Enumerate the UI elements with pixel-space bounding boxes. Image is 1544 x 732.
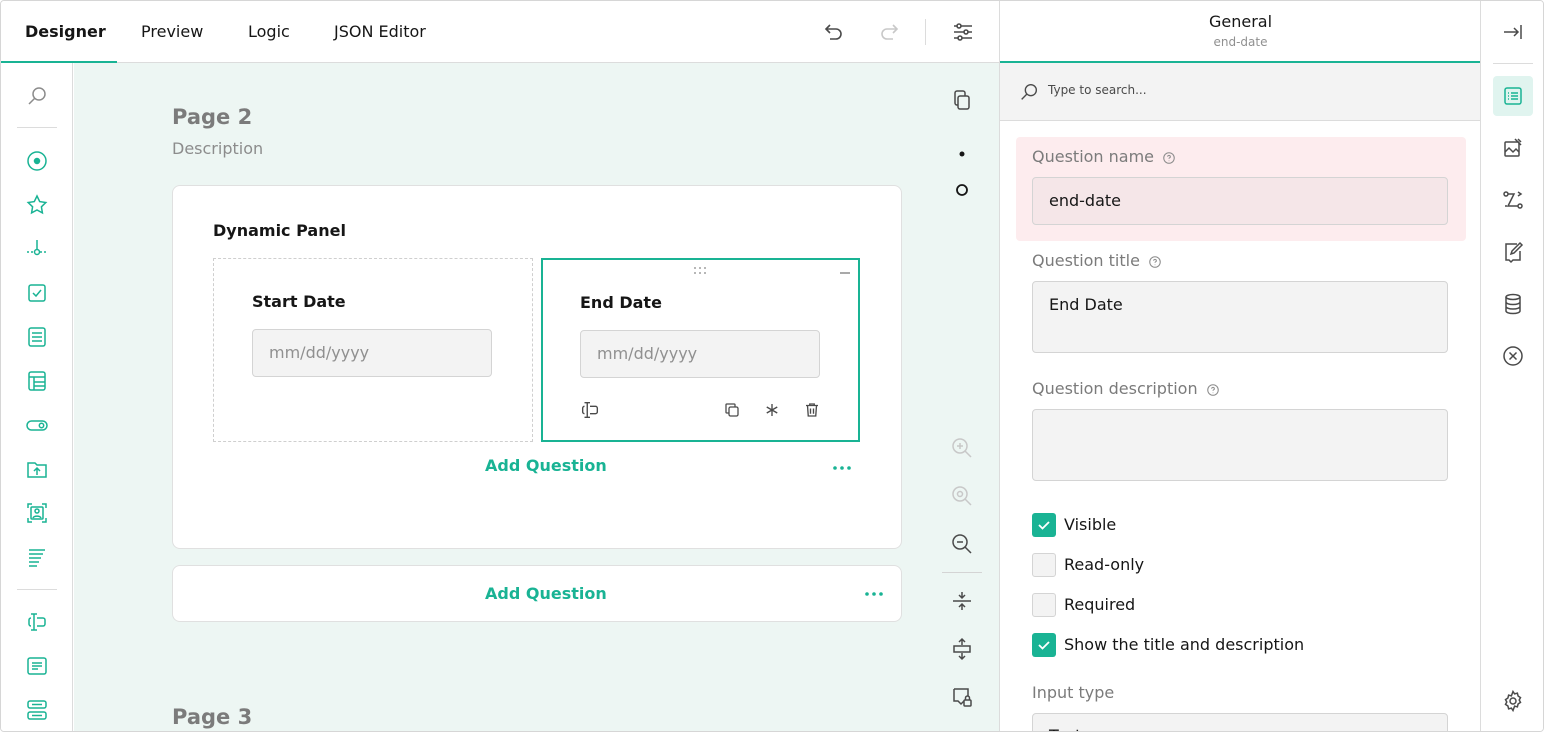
question-title-label-text: Question title	[1032, 251, 1140, 270]
clear-icon[interactable]	[1501, 344, 1525, 368]
show-title-description-label[interactable]: Show the title and description	[1064, 635, 1304, 654]
data-icon[interactable]	[1501, 292, 1525, 316]
slider-icon[interactable]	[25, 237, 49, 261]
zoom-out-icon[interactable]	[950, 532, 974, 556]
checkbox-icon[interactable]	[25, 281, 49, 305]
required-label[interactable]: Required	[1064, 595, 1135, 614]
radiogroup-icon[interactable]	[25, 149, 49, 173]
survey-creator: Designer Preview Logic JSON Editor Page …	[0, 0, 1544, 732]
ranking-icon[interactable]	[25, 545, 49, 569]
duplicate-page-icon[interactable]	[950, 88, 974, 112]
collapse-icon[interactable]	[839, 270, 851, 276]
read-only-label[interactable]: Read-only	[1064, 555, 1144, 574]
search-icon	[1018, 81, 1040, 103]
read-only-checkbox[interactable]	[1032, 553, 1056, 577]
input-type-dropdown[interactable]: Text	[1032, 713, 1448, 731]
zoom-in-icon[interactable]	[950, 436, 974, 460]
collapse-panel-icon[interactable]	[1501, 20, 1525, 44]
selected-element-name: end-date	[1213, 35, 1268, 49]
date-input[interactable]: mm/dd/yyyy	[252, 329, 492, 377]
expand-all-icon[interactable]	[950, 637, 974, 661]
delete-icon[interactable]	[803, 401, 821, 419]
more-options-icon[interactable]	[830, 456, 854, 480]
help-icon[interactable]	[1148, 255, 1162, 269]
general-icon[interactable]	[1501, 84, 1525, 108]
redo-icon[interactable]	[878, 20, 902, 44]
tab-preview[interactable]: Preview	[141, 1, 203, 63]
logic-icon[interactable]	[1501, 188, 1525, 212]
question-title[interactable]: Start Date	[252, 292, 346, 311]
category-title: General	[1208, 12, 1273, 31]
input-type-icon[interactable]	[579, 399, 601, 421]
question-title-label: Question title	[1032, 251, 1162, 270]
question-start-date[interactable]: Start Date mm/dd/yyyy	[213, 258, 533, 442]
file-upload-icon[interactable]	[25, 457, 49, 481]
question-description-textarea[interactable]	[1032, 409, 1448, 481]
help-icon[interactable]	[1206, 383, 1220, 397]
add-question-button[interactable]: Add Question	[485, 584, 607, 603]
question-description-label: Question description	[1032, 379, 1220, 398]
tab-json-editor[interactable]: JSON Editor	[334, 1, 426, 63]
panel-title[interactable]: Dynamic Panel	[213, 221, 346, 240]
property-grid-tabs	[1480, 1, 1543, 731]
multiple-text-icon[interactable]	[25, 698, 49, 722]
comment-icon[interactable]	[25, 654, 49, 678]
show-title-description-checkbox[interactable]	[1032, 633, 1056, 657]
collapse-all-icon[interactable]	[950, 589, 974, 613]
side-toolbar-separator	[942, 572, 982, 573]
tab-separator	[1493, 63, 1533, 64]
rating-icon[interactable]	[25, 193, 49, 217]
page-description[interactable]: Description	[172, 139, 263, 158]
property-grid: General end-date Type to search... Quest…	[999, 1, 1480, 731]
drag-handle-icon[interactable]	[693, 266, 707, 276]
input-type-label: Input type	[1032, 683, 1115, 702]
visible-label[interactable]: Visible	[1064, 515, 1116, 534]
date-input[interactable]: mm/dd/yyyy	[580, 330, 820, 378]
question-title-textarea[interactable]: End Date	[1032, 281, 1448, 353]
page-title[interactable]: Page 3	[172, 705, 252, 729]
more-options-icon[interactable]	[862, 582, 886, 606]
add-question-button[interactable]: Add Question	[485, 456, 607, 475]
settings-sliders-icon[interactable]	[951, 20, 975, 44]
question-name-input[interactable]: end-date	[1032, 177, 1448, 225]
matrix-icon[interactable]	[25, 369, 49, 393]
boolean-icon[interactable]	[25, 413, 49, 437]
undo-icon[interactable]	[821, 20, 845, 44]
toolbox	[1, 63, 73, 731]
tab-logic[interactable]: Logic	[248, 1, 290, 63]
zoom-reset-icon[interactable]	[950, 484, 974, 508]
dropdown-icon[interactable]	[25, 325, 49, 349]
text-input-icon[interactable]	[25, 610, 49, 634]
validation-icon[interactable]	[1501, 240, 1525, 264]
toolbox-separator	[17, 127, 57, 128]
property-search[interactable]: Type to search...	[1000, 63, 1480, 121]
settings-icon[interactable]	[1501, 689, 1525, 713]
question-end-date[interactable]: End Date mm/dd/yyyy	[541, 258, 860, 442]
required-icon[interactable]	[763, 401, 781, 419]
search-icon[interactable]	[25, 84, 49, 108]
question-name-label-text: Question name	[1032, 147, 1155, 166]
search-placeholder[interactable]: Type to search...	[1048, 83, 1147, 97]
image-picker-icon[interactable]	[25, 501, 49, 525]
dynamic-panel[interactable]: Dynamic Panel Start Date mm/dd/yyyy End …	[172, 185, 902, 549]
add-question-card: Add Question	[172, 565, 902, 622]
property-grid-header: General end-date	[1000, 1, 1480, 63]
tab-designer[interactable]: Designer	[25, 1, 106, 63]
dot-small-icon[interactable]	[950, 142, 974, 166]
question-name-label: Question name	[1032, 147, 1176, 166]
help-icon[interactable]	[1162, 151, 1176, 165]
design-canvas: Page 2 Description Dynamic Panel Start D…	[74, 63, 999, 731]
lock-question-icon[interactable]	[950, 685, 974, 709]
toolbox-separator	[17, 589, 57, 590]
page-title[interactable]: Page 2	[172, 105, 252, 129]
visible-checkbox[interactable]	[1032, 513, 1056, 537]
required-checkbox[interactable]	[1032, 593, 1056, 617]
question-title[interactable]: End Date	[580, 293, 662, 312]
top-bar: Designer Preview Logic JSON Editor	[1, 1, 999, 63]
duplicate-icon[interactable]	[723, 401, 741, 419]
layout-icon[interactable]	[1501, 136, 1525, 160]
dot-outline-icon[interactable]	[950, 178, 974, 202]
toolbar-separator	[925, 19, 926, 45]
question-description-label-text: Question description	[1032, 379, 1198, 398]
